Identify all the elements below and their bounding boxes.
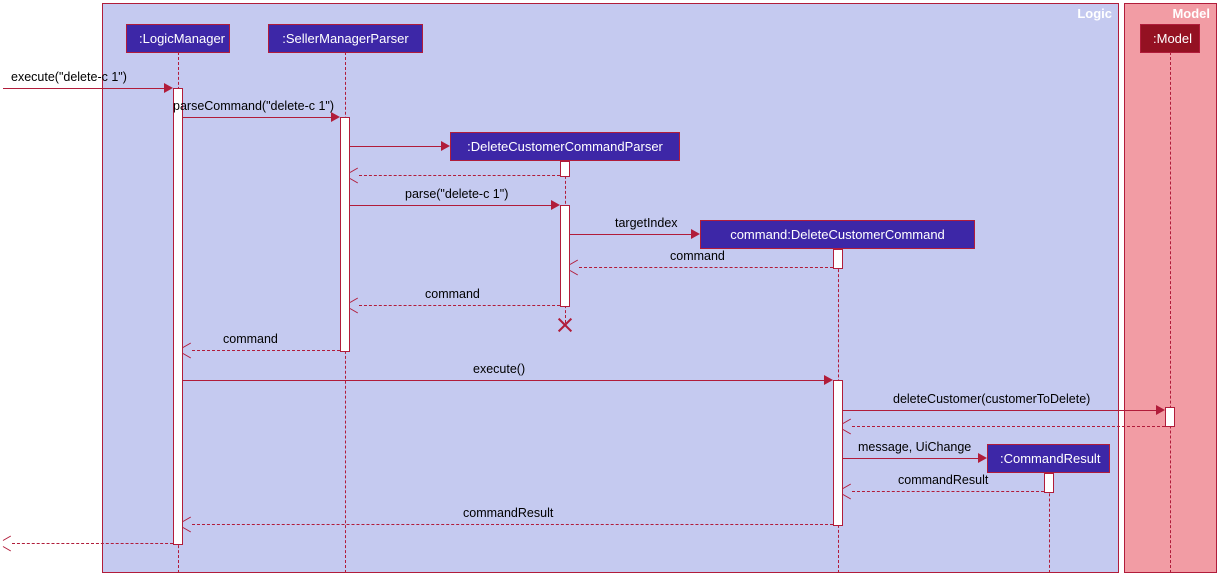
- participant-logic-manager: :LogicManager: [126, 24, 230, 53]
- activation-dccp-parse: [560, 205, 570, 307]
- participant-seller-manager-parser: :SellerManagerParser: [268, 24, 423, 53]
- activation-dcc-create: [833, 249, 843, 269]
- activation-model: [1165, 407, 1175, 427]
- destroy-dccp: [556, 316, 574, 334]
- activation-dcc-execute: [833, 380, 843, 526]
- frame-logic: Logic: [102, 3, 1119, 573]
- activation-command-result: [1044, 473, 1054, 493]
- activation-logic-manager: [173, 88, 183, 545]
- participant-delete-customer-command: command:DeleteCustomerCommand: [700, 220, 975, 249]
- frame-model-title: Model: [1172, 6, 1210, 21]
- activation-seller-manager-parser: [340, 117, 350, 352]
- participant-model: :Model: [1140, 24, 1200, 53]
- frame-logic-title: Logic: [1077, 6, 1112, 21]
- participant-command-result: :CommandResult: [987, 444, 1110, 473]
- lifeline-model: [1170, 52, 1171, 573]
- participant-delete-customer-command-parser: :DeleteCustomerCommandParser: [450, 132, 680, 161]
- activation-dccp-create: [560, 161, 570, 177]
